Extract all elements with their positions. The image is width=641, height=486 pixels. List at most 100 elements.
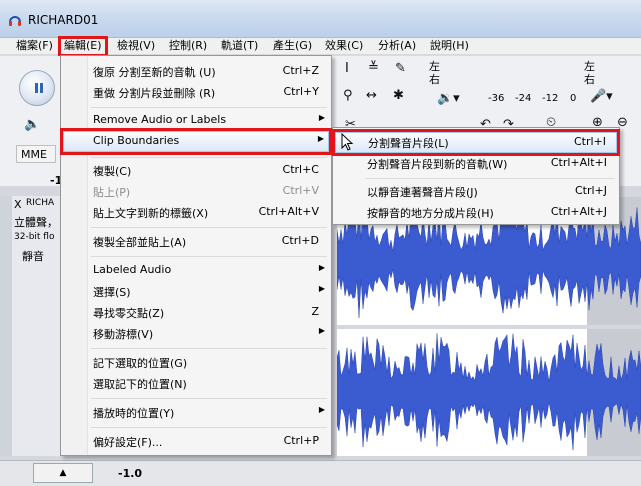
menu-file[interactable]: 檔案(F): [13, 39, 56, 54]
submenu-item-join[interactable]: 以靜音連著聲音片段(J) Ctrl+J: [335, 181, 617, 202]
menu-analyze[interactable]: 分析(A): [375, 39, 419, 54]
waveform-channel-right[interactable]: [337, 329, 641, 456]
envelope-tool-icon[interactable]: ≚: [368, 60, 379, 75]
menu-view[interactable]: 檢視(V): [114, 39, 158, 54]
menu-item-label: 選取記下的位置(N): [93, 378, 187, 391]
submenu-item-split[interactable]: 分割聲音片段(L) Ctrl+I: [332, 129, 620, 156]
scale-12: -12: [542, 93, 559, 104]
menu-item-remove-audio[interactable]: Remove Audio or Labels ▶: [63, 110, 329, 131]
menu-item-duplicate[interactable]: 複製全部並貼上(A) Ctrl+D: [63, 231, 329, 252]
menu-item-label: 選擇(S): [93, 286, 131, 299]
menu-item-clip-boundaries[interactable]: Clip Boundaries ▶: [60, 128, 332, 155]
menu-item-label: 偏好設定(F)...: [93, 436, 163, 449]
menu-item-shortcut: Ctrl+V: [282, 184, 319, 197]
menu-edit[interactable]: 編輯(E): [58, 36, 108, 57]
menu-item-paste-text-label[interactable]: 貼上文字到新的標籤(X) Ctrl+Alt+V: [63, 202, 329, 223]
mute-button[interactable]: 靜音: [22, 248, 44, 264]
menu-item-store-selection[interactable]: 記下選取的位置(G): [63, 352, 329, 373]
menu-item-select[interactable]: 選擇(S) ▶: [63, 281, 329, 302]
submenu-arrow-icon: ▶: [318, 263, 325, 272]
mouse-cursor-icon: [341, 133, 354, 151]
submenu-arrow-icon: ▶: [318, 405, 325, 414]
menu-item-paste: 貼上(P) Ctrl+V: [63, 181, 329, 202]
track-name[interactable]: RICHA: [26, 198, 54, 208]
menu-item-shortcut: Ctrl+Z: [282, 64, 319, 77]
menu-item-label: 分割聲音片段到新的音軌(W): [367, 158, 508, 171]
bottom-scale-value: -1.0: [118, 467, 143, 480]
menu-effect[interactable]: 效果(C): [322, 39, 366, 54]
audacity-headphones-icon: [9, 16, 21, 26]
menu-item-shortcut: Ctrl+I: [573, 135, 606, 148]
menu-item-label: 貼上(P): [93, 186, 131, 199]
menu-item-shortcut: Ctrl+P: [283, 434, 319, 447]
pause-button[interactable]: [19, 70, 55, 106]
menu-item-redo[interactable]: 重做 分割片段並刪除 (R) Ctrl+Y: [63, 82, 329, 103]
menu-item-label: 複製(C): [93, 165, 132, 178]
track-left-edge: [0, 196, 12, 456]
menu-bar: 檔案(F) 編輯(E) 檢視(V) 控制(R) 軌道(T) 產生(G) 效果(C…: [0, 36, 641, 57]
mic-icon[interactable]: 🎤▾: [590, 89, 613, 104]
menu-separator: [91, 348, 327, 349]
bottom-bar: ▲ -1.0: [0, 460, 641, 486]
scale-0: 0: [570, 93, 577, 104]
menu-control[interactable]: 控制(R): [166, 39, 210, 54]
submenu-arrow-icon: ▶: [318, 284, 325, 293]
window-title: RICHARD01: [28, 13, 99, 27]
menu-item-copy[interactable]: 複製(C) Ctrl+C: [63, 160, 329, 181]
host-select[interactable]: MME: [16, 145, 56, 163]
menu-separator: [365, 178, 615, 179]
track-format: 32-bit flo: [14, 232, 55, 242]
menu-item-label: 以靜音連著聲音片段(J): [367, 186, 478, 199]
menu-item-shortcut: Ctrl+Alt+J: [550, 205, 607, 218]
meter-right-label: 右: [429, 73, 440, 86]
meter-right-label-2: 右: [584, 73, 595, 86]
menu-item-label: 記下選取的位置(G): [93, 357, 188, 370]
menu-item-shortcut: Ctrl+Y: [283, 85, 319, 98]
scale-24: -24: [515, 93, 532, 104]
menu-item-label: 貼上文字到新的標籤(X): [93, 207, 209, 220]
submenu-arrow-icon: ▶: [317, 134, 324, 143]
menu-item-label: 複製全部並貼上(A): [93, 236, 187, 249]
menu-item-preferences[interactable]: 偏好設定(F)... Ctrl+P: [63, 431, 329, 452]
submenu-item-split-new[interactable]: 分割聲音片段到新的音軌(W) Ctrl+Alt+I: [335, 153, 617, 174]
track-type: 立體聲，: [14, 216, 58, 229]
selection-tool-icon[interactable]: I: [345, 61, 349, 76]
menu-separator: [91, 107, 327, 108]
menu-item-labeled-audio[interactable]: Labeled Audio ▶: [63, 260, 329, 281]
timeshift-tool-icon[interactable]: ↔: [366, 88, 377, 103]
menu-item-label: 播放時的位置(Y): [93, 407, 175, 420]
menu-item-label: 重做 分割片段並刪除 (R): [93, 87, 216, 100]
menu-item-find-zero-crossing[interactable]: 尋找零交點(Z) Z: [63, 302, 329, 323]
playback-volume-icon[interactable]: 🔉▾: [437, 91, 460, 106]
submenu-item-detach-at-silences[interactable]: 按靜音的地方分成片段(H) Ctrl+Alt+J: [335, 202, 617, 223]
scale-36: -36: [488, 93, 505, 104]
menu-item-label: Clip Boundaries: [93, 134, 180, 147]
speaker-icon[interactable]: 🔈: [24, 117, 40, 132]
menu-separator: [91, 256, 327, 257]
menu-item-move-cursor[interactable]: 移動游標(V) ▶: [63, 323, 329, 344]
multi-tool-icon[interactable]: ✱: [393, 88, 404, 103]
menu-item-shortcut: Ctrl+D: [281, 234, 319, 247]
menu-help[interactable]: 說明(H): [427, 39, 472, 54]
device-label: MME: [21, 148, 47, 161]
menu-separator: [91, 227, 327, 228]
menu-item-label: 按靜音的地方分成片段(H): [367, 207, 494, 220]
menu-item-shortcut: Ctrl+Alt+V: [258, 205, 319, 218]
menu-item-shortcut: Ctrl+J: [574, 184, 607, 197]
menu-item-label: Labeled Audio: [93, 263, 172, 276]
menu-item-label: 移動游標(V): [93, 328, 154, 341]
menu-item-undo[interactable]: 復原 分割至新的音軌 (U) Ctrl+Z: [63, 61, 329, 82]
menu-item-play-region[interactable]: 播放時的位置(Y) ▶: [63, 402, 329, 423]
menu-item-label: 尋找零交點(Z): [93, 307, 165, 320]
menu-item-retrieve-selection[interactable]: 選取記下的位置(N): [63, 373, 329, 394]
menu-tracks[interactable]: 軌道(T): [218, 39, 261, 54]
submenu-arrow-icon: ▶: [318, 113, 325, 122]
draw-tool-icon[interactable]: ✎: [395, 61, 406, 76]
collapse-track-button[interactable]: ▲: [33, 463, 93, 483]
submenu-arrow-icon: ▶: [318, 326, 325, 335]
menu-generate[interactable]: 產生(G): [270, 39, 315, 54]
zoom-tool-icon[interactable]: ⚲: [343, 88, 353, 103]
track-control-panel: X RICHA 立體聲， 32-bit flo 靜音: [12, 196, 62, 456]
track-close-button[interactable]: X: [14, 198, 22, 211]
menu-separator: [91, 398, 327, 399]
